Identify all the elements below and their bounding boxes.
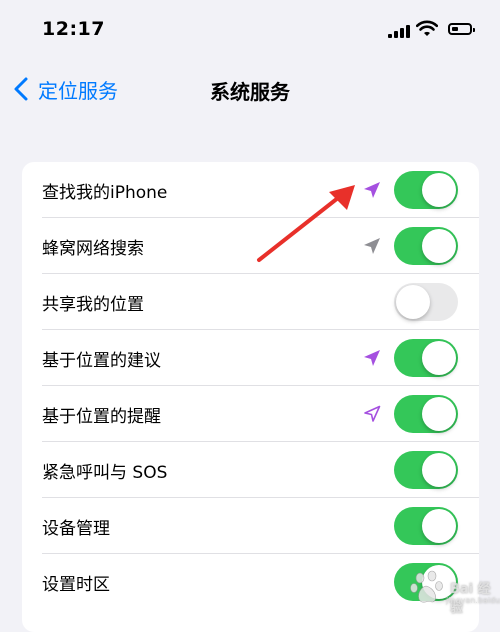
row-label: 设备管理: [42, 518, 110, 539]
toggle-knob: [422, 229, 456, 263]
status-bar: 12:17: [0, 0, 500, 62]
row-find-my-iphone: 查找我的iPhone: [22, 162, 479, 218]
row-label: 共享我的位置: [42, 294, 144, 315]
toggle-knob: [422, 173, 456, 207]
row-location-based-suggestions: 基于位置的建议: [22, 330, 479, 386]
row-label: 基于位置的提醒: [42, 406, 161, 427]
toggle-cellular-search[interactable]: [394, 227, 458, 265]
toggle-knob: [396, 285, 430, 319]
row-share-my-location: 共享我的位置: [22, 274, 479, 330]
row-device-management: 设备管理: [22, 498, 479, 554]
toggle-share-my-location[interactable]: [394, 283, 458, 321]
toggle-device-management[interactable]: [394, 507, 458, 545]
cellular-signal-icon: [388, 24, 410, 38]
row-cellular-search: 蜂窝网络搜索: [22, 218, 479, 274]
wifi-icon: [416, 20, 438, 36]
row-label: 蜂窝网络搜索: [42, 238, 144, 259]
toggle-find-my-iphone[interactable]: [394, 171, 458, 209]
status-time: 12:17: [42, 18, 105, 40]
row-label: 紧急呼叫与 SOS: [42, 462, 168, 483]
paw-icon: [410, 570, 443, 603]
page-title: 系统服务: [210, 80, 290, 104]
toggle-emergency-sos[interactable]: [394, 451, 458, 489]
row-label: 基于位置的建议: [42, 350, 161, 371]
battery-icon: [448, 23, 475, 35]
toggle-knob: [422, 341, 456, 375]
toggle-knob: [422, 453, 456, 487]
toggle-knob: [422, 397, 456, 431]
location-arrow-icon: [364, 350, 380, 366]
location-arrow-icon: [364, 238, 380, 254]
location-arrow-outline-icon: [364, 405, 381, 422]
toggle-knob: [422, 509, 456, 543]
navigation-bar: 定位服务 系统服务: [0, 62, 500, 116]
location-arrow-icon: [364, 182, 380, 198]
watermark-logo: Bai 经验 jingyan.baidu.com: [400, 560, 500, 616]
row-label: 设置时区: [42, 574, 110, 595]
toggle-location-based-alerts[interactable]: [394, 395, 458, 433]
toggle-location-based-suggestions[interactable]: [394, 339, 458, 377]
row-label: 查找我的iPhone: [42, 182, 168, 203]
watermark-subtext: jingyan.baidu.com: [446, 596, 500, 605]
row-emergency-sos: 紧急呼叫与 SOS: [22, 442, 479, 498]
row-location-based-alerts: 基于位置的提醒: [22, 386, 479, 442]
annotation-arrow-icon: [257, 185, 355, 262]
